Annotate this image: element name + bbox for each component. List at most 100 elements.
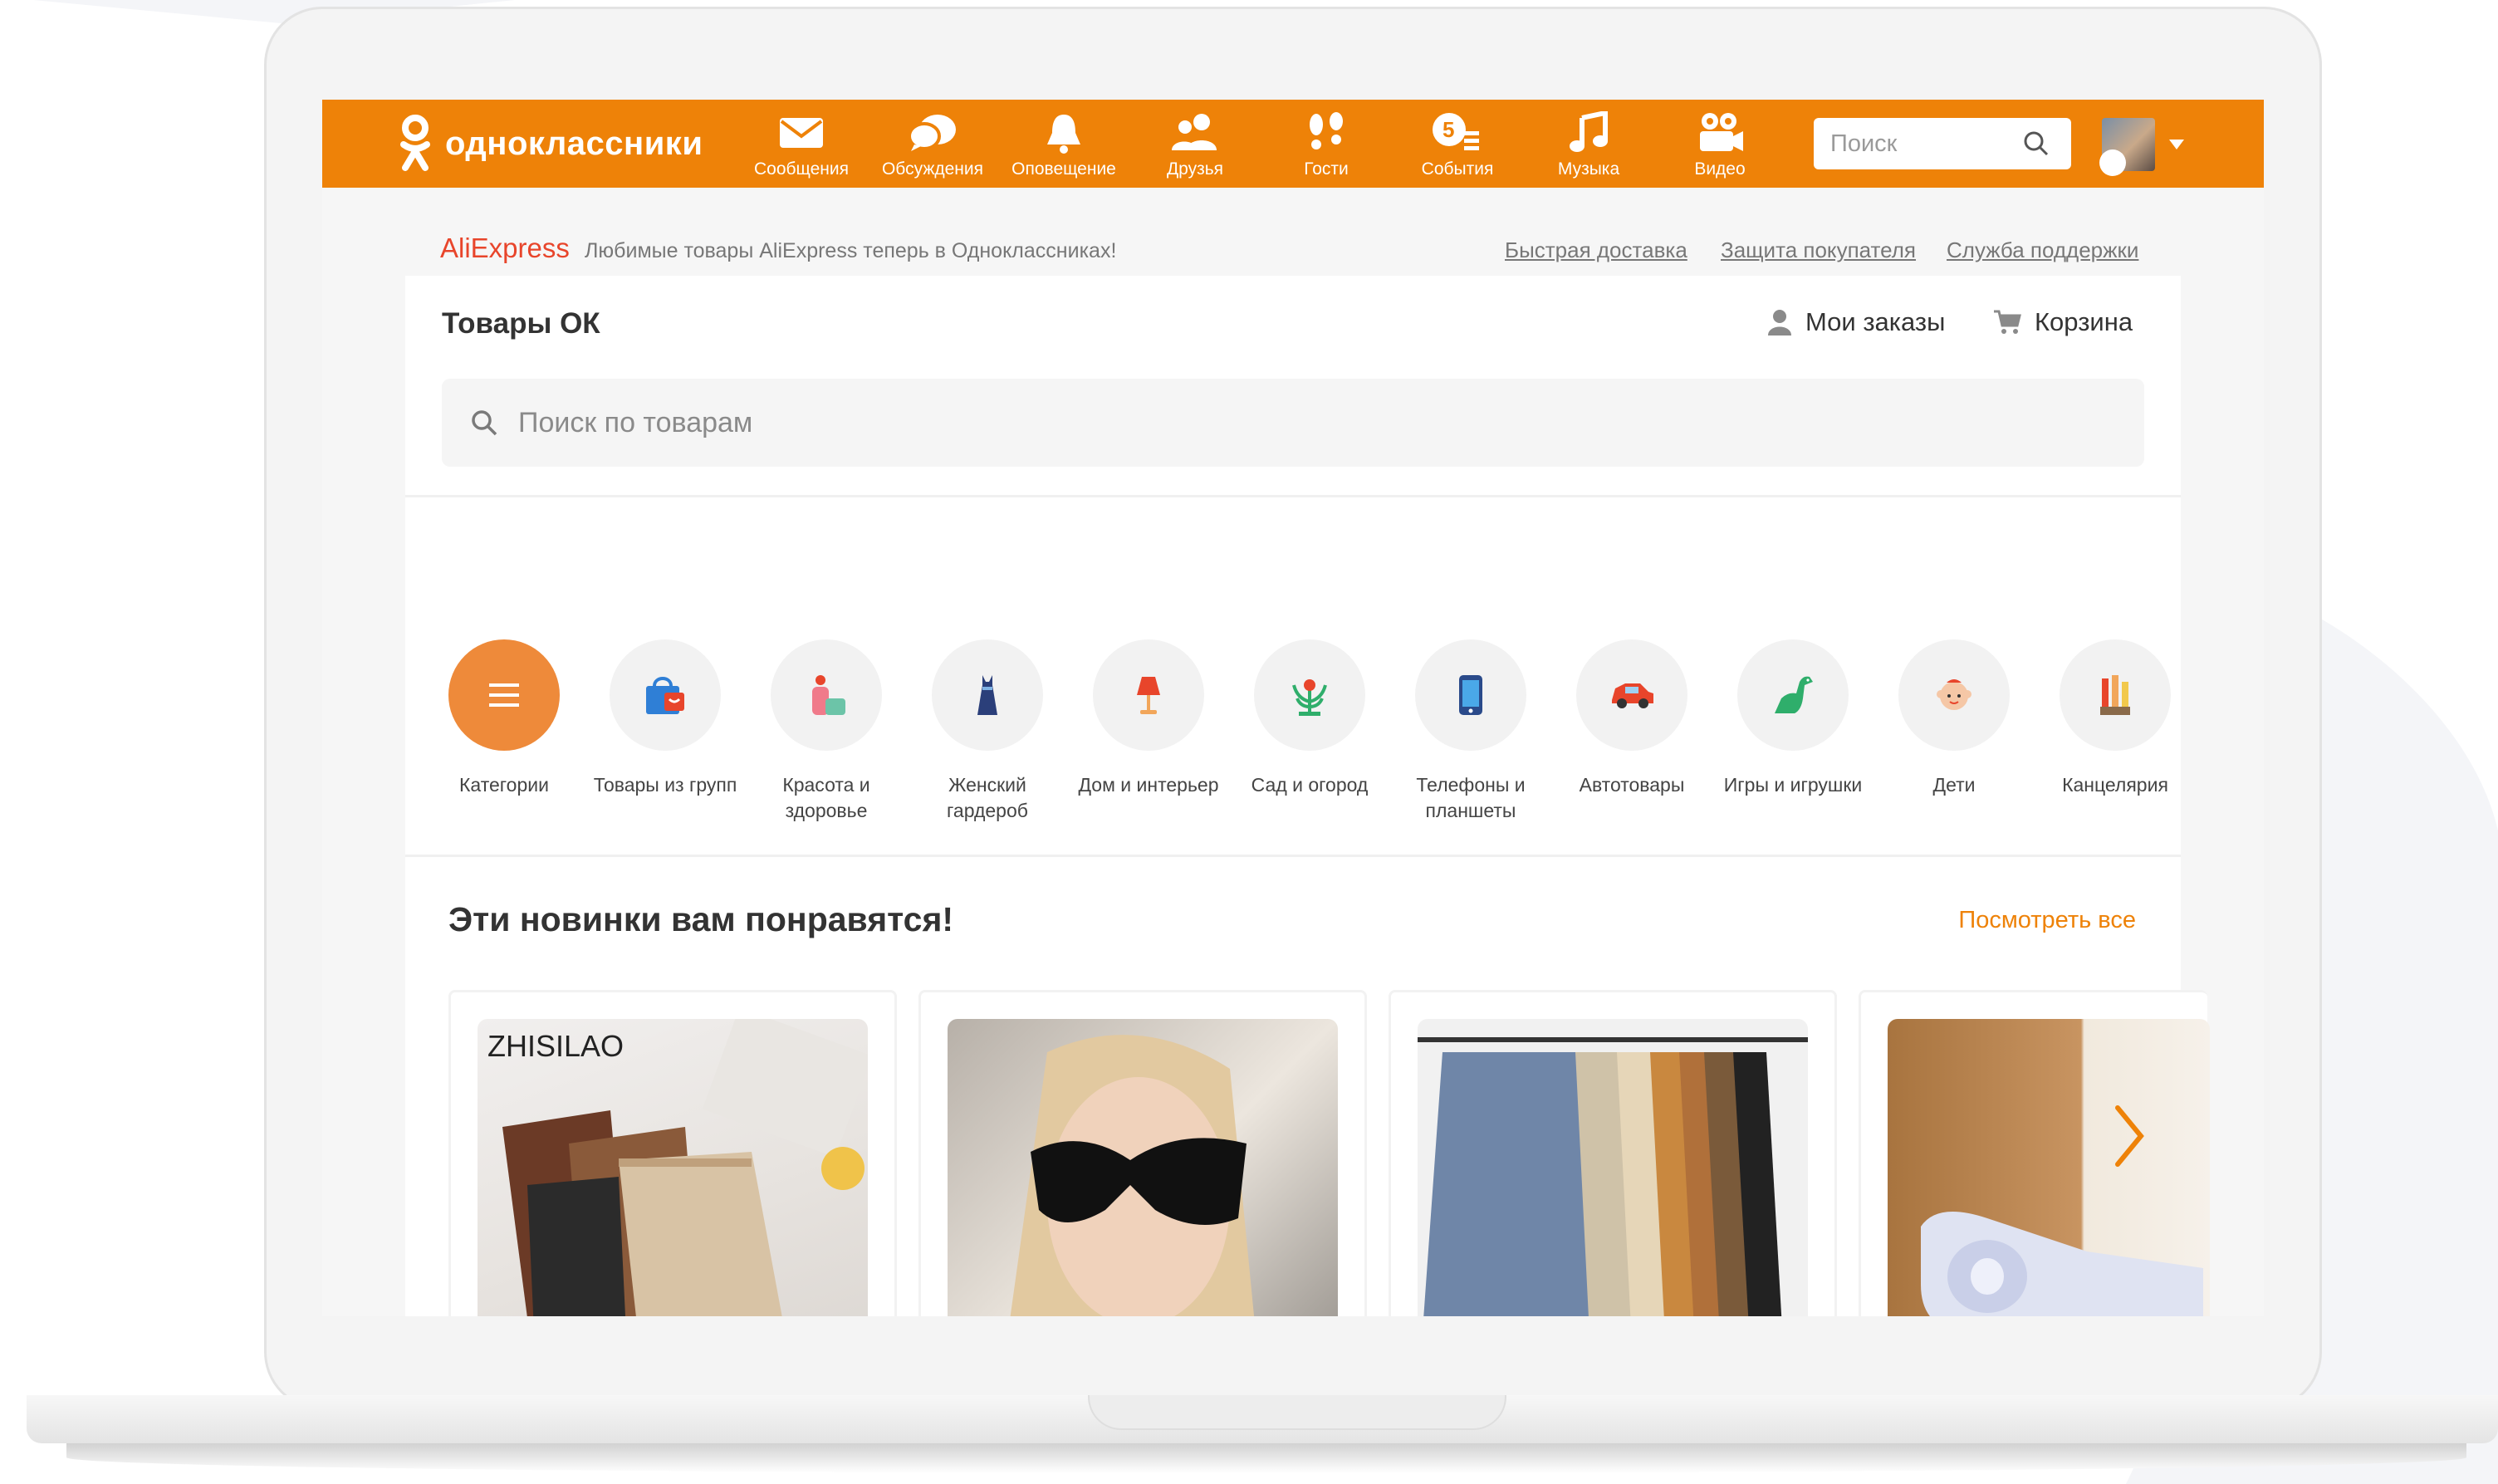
menu-icon (489, 683, 519, 707)
category-label: Дети (1932, 774, 1976, 796)
car-icon (1612, 683, 1653, 708)
category-toys[interactable]: Игры и игрушки (1712, 639, 1874, 798)
bell-icon (1047, 115, 1080, 154)
support-link[interactable]: Служба поддержки (1947, 238, 2138, 263)
category-circle (1093, 639, 1204, 751)
nav-discussions[interactable]: Обсуждения (870, 110, 995, 186)
nav-events[interactable]: 5 События (1395, 110, 1520, 186)
product-search-box[interactable] (442, 379, 2144, 467)
screen: одноклассники Сообщения Обсуждения Опове… (322, 100, 2264, 1316)
product-brand: ZHISILAO (487, 1029, 624, 1063)
events-icon: 5 (1433, 113, 1479, 150)
nav-label: Гости (1304, 159, 1349, 179)
carousel-next-arrow-icon[interactable] (2113, 1104, 2146, 1168)
product-image[interactable]: 👍 9 (948, 1019, 1338, 1316)
nav-label: Видео (1694, 159, 1746, 179)
section-title: Эти новинки вам понравятся! (448, 900, 954, 938)
pencils-icon (2100, 675, 2130, 715)
top-navigation-bar: одноклассники Сообщения Обсуждения Опове… (322, 100, 2264, 188)
category-all[interactable]: Категории (424, 639, 585, 798)
footprints-icon (1310, 112, 1343, 149)
category-label: Женский гардероб (947, 774, 1028, 821)
category-label: Дом и интерьер (1078, 774, 1219, 796)
shopping-bag-icon (646, 677, 684, 714)
dinosaur-icon (1775, 676, 1813, 713)
baby-icon (1937, 679, 1971, 710)
aliexpress-banner: AliExpress Любимые товары AliExpress теп… (405, 221, 2181, 276)
aliexpress-promo-text: Любимые товары AliExpress теперь в Однок… (585, 239, 1117, 262)
cosmetics-icon (812, 675, 845, 715)
category-label: Категории (459, 774, 549, 796)
category-circle (1254, 639, 1365, 751)
see-all-link[interactable]: Посмотреть все (1958, 907, 2136, 934)
main-content: AliExpress Любимые товары AliExpress теп… (405, 221, 2210, 1316)
ok-logo-icon (400, 115, 430, 171)
category-home[interactable]: Дом и интерьер (1068, 639, 1229, 798)
category-label: Игры и игрушки (1723, 774, 1863, 796)
category-label: Автотовары (1579, 774, 1685, 796)
divider (405, 495, 2181, 497)
plant-icon (1292, 679, 1327, 716)
video-camera-icon (1700, 113, 1743, 151)
aliexpress-logo[interactable]: AliExpress (440, 233, 570, 264)
category-garden[interactable]: Сад и огород (1229, 639, 1390, 798)
product-card[interactable]: ZHISILAO 👍 9 (448, 990, 897, 1316)
cart-link[interactable]: Корзина (1993, 307, 2133, 337)
chevron-down-icon[interactable] (2167, 138, 2186, 151)
product-image[interactable] (1888, 1019, 2210, 1316)
music-note-icon (1570, 111, 1608, 152)
product-card[interactable] (1859, 990, 2210, 1316)
ok-logo-text: одноклассники (445, 125, 703, 162)
top-search-input[interactable] (1829, 129, 2023, 159)
category-circle (1415, 639, 1526, 751)
category-womens-wardrobe[interactable]: Женский гардероб (907, 639, 1068, 824)
buyer-protection-link[interactable]: Защита покупателя (1721, 238, 1916, 263)
category-label: Красота и здоровье (782, 774, 870, 821)
category-stationery[interactable]: Канцелярия (2035, 639, 2196, 798)
nav-friends[interactable]: Друзья (1133, 110, 1257, 186)
nav-music[interactable]: Музыка (1526, 110, 1651, 186)
product-image[interactable]: ZHISILAO 👍 9 (478, 1019, 868, 1316)
category-group-goods[interactable]: Товары из групп (585, 639, 746, 798)
nav-label: Обсуждения (881, 159, 984, 179)
search-icon[interactable] (2023, 130, 2050, 157)
nav-label: Друзья (1166, 159, 1224, 179)
nav-guests[interactable]: Гости (1264, 110, 1389, 186)
user-badge-icon (2099, 149, 2126, 176)
category-label: Товары из групп (593, 774, 737, 796)
laptop-shadow (66, 1442, 2466, 1473)
product-search-input[interactable] (517, 405, 2015, 440)
category-phones[interactable]: Телефоны и планшеты (1390, 639, 1551, 824)
product-card[interactable]: 👍 9 (918, 990, 1367, 1316)
child-lock-photo (1921, 1212, 2203, 1316)
category-beauty[interactable]: Красота и здоровье (746, 639, 907, 824)
svg-text:5: 5 (1442, 117, 1454, 142)
nav-video[interactable]: Видео (1658, 110, 1782, 186)
top-search-box[interactable] (1814, 118, 2071, 169)
fast-delivery-link[interactable]: Быстрая доставка (1505, 238, 1687, 263)
category-circle (1898, 639, 2010, 751)
nav-label: Оповещение (1011, 159, 1116, 179)
category-auto[interactable]: Автотовары (1551, 639, 1712, 798)
cart-icon (1994, 310, 2021, 334)
phone-icon (1459, 675, 1482, 715)
product-card[interactable] (1389, 990, 1837, 1316)
dress-icon (977, 675, 997, 715)
category-kids[interactable]: Дети (1874, 639, 2035, 798)
my-orders-label: Мои заказы (1805, 307, 1946, 336)
long-skirts-photo (1418, 1037, 1808, 1316)
lamp-icon (1137, 677, 1160, 714)
nav-messages[interactable]: Сообщения (739, 110, 864, 186)
user-icon (1768, 310, 1791, 335)
ok-logo[interactable]: одноклассники (399, 115, 703, 173)
category-circle (448, 639, 560, 751)
divider (405, 855, 2181, 857)
category-label: Телефоны и планшеты (1416, 774, 1526, 821)
nav-notifications[interactable]: Оповещение (1002, 110, 1126, 186)
product-image[interactable] (1418, 1019, 1808, 1316)
category-circle (610, 639, 721, 751)
friends-icon (1172, 114, 1217, 150)
nav-label: Сообщения (754, 159, 849, 179)
category-label: Сад и огород (1251, 774, 1369, 796)
my-orders-link[interactable]: Мои заказы (1767, 307, 1945, 337)
